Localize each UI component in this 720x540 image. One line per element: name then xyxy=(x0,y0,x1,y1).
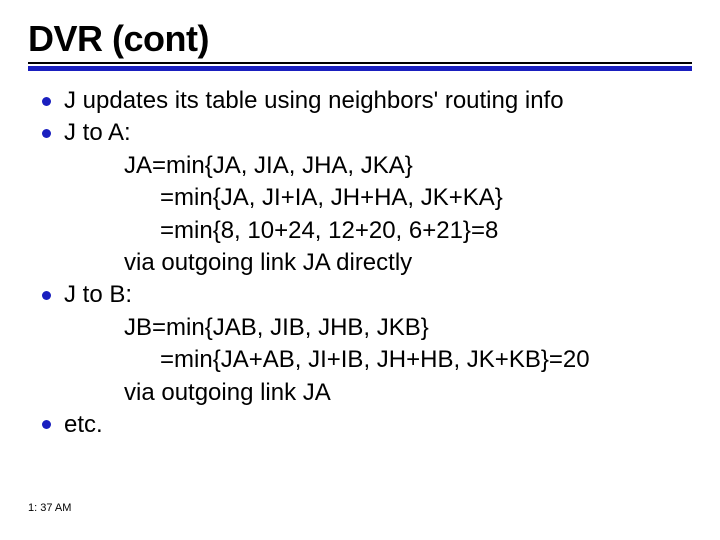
formula-line: JA=min{JA, JIA, JHA, JKA} xyxy=(124,152,413,179)
formula-line: via outgoing link JA xyxy=(124,379,331,406)
bullet-item: etc. xyxy=(42,409,692,441)
bullet-item: J to B: JB=min{JAB, JIB, JHB, JKB} =min{… xyxy=(42,279,692,409)
formula-line: =min{JA+AB, JI+IB, JH+HB, JK+KB}=20 xyxy=(124,344,692,376)
formula-line: =min{JA, JI+IA, JH+HA, JK+KA} xyxy=(124,182,692,214)
bullet-list: J updates its table using neighbors' rou… xyxy=(28,85,692,441)
formula-block: JA=min{JA, JIA, JHA, JKA} =min{JA, JI+IA… xyxy=(64,150,692,280)
title-rule-thick xyxy=(28,66,692,71)
slide-title: DVR (cont) xyxy=(28,18,692,60)
bullet-item: J to A: JA=min{JA, JIA, JHA, JKA} =min{J… xyxy=(42,117,692,279)
formula-line: via outgoing link JA directly xyxy=(124,249,412,276)
timestamp: 1: 37 AM xyxy=(28,502,71,514)
formula-line: =min{8, 10+24, 12+20, 6+21}=8 xyxy=(124,215,692,247)
slide: DVR (cont) J updates its table using nei… xyxy=(0,0,720,540)
bullet-text: J to A: xyxy=(64,119,131,146)
formula-line: JB=min{JAB, JIB, JHB, JKB} xyxy=(124,314,429,341)
bullet-item: J updates its table using neighbors' rou… xyxy=(42,85,692,117)
title-rule-thin xyxy=(28,62,692,64)
bullet-text: J to B: xyxy=(64,281,132,308)
formula-block: JB=min{JAB, JIB, JHB, JKB} =min{JA+AB, J… xyxy=(64,312,692,409)
